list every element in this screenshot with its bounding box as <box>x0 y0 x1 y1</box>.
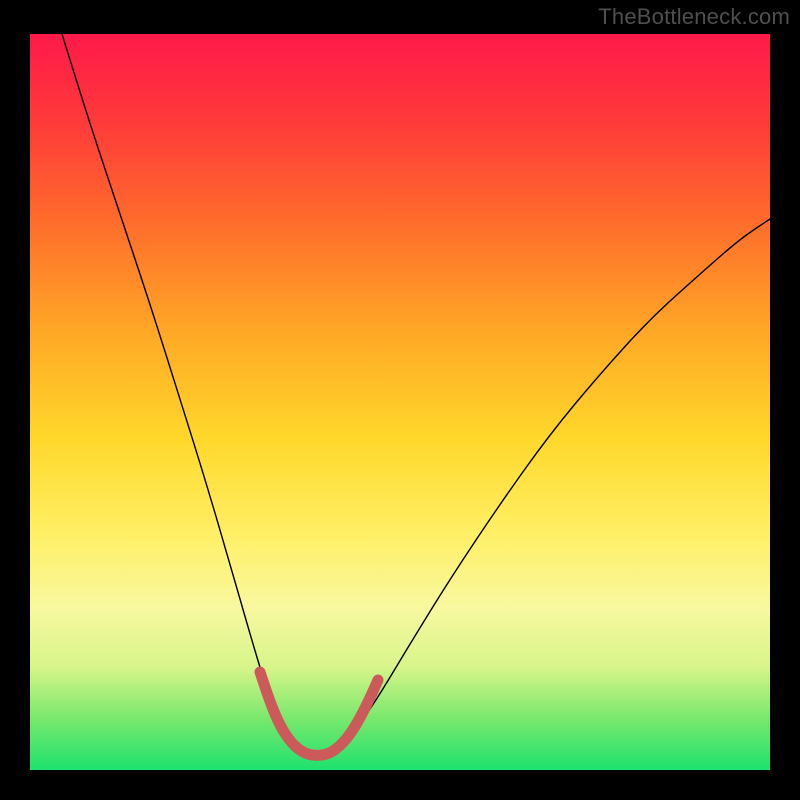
chart-svg <box>30 34 770 770</box>
chart-frame: TheBottleneck.com <box>0 0 800 800</box>
watermark-text: TheBottleneck.com <box>598 4 790 30</box>
chart-plot-area <box>30 34 770 770</box>
bottleneck-curve <box>62 34 770 755</box>
bottleneck-highlight <box>260 672 378 755</box>
